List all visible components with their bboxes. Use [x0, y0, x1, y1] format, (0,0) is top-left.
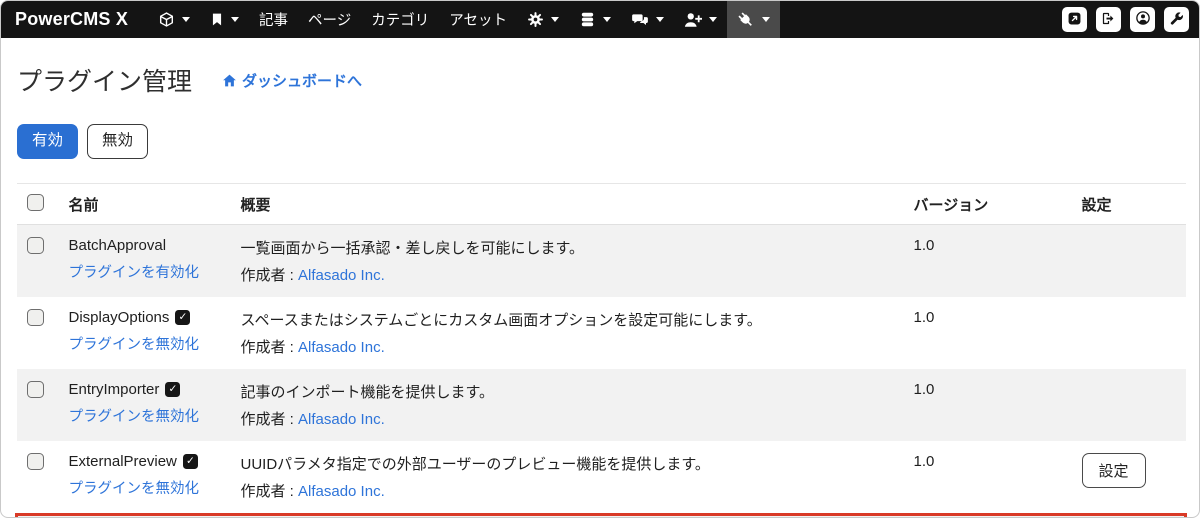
nav-plugins-menu[interactable] [726, 1, 780, 38]
chevron-down-icon [602, 17, 611, 22]
sign-out-icon [1101, 11, 1116, 29]
table-row: DisplayOptions プラグインを無効化 スペースまたはシステムごとにカ… [16, 296, 1186, 369]
plugin-version: 1.0 [913, 236, 935, 254]
plugin-version: 1.0 [913, 380, 935, 398]
wrench-icon [1169, 11, 1184, 29]
plugin-version: 1.0 [913, 308, 935, 326]
plugin-version: 1.0 [913, 452, 935, 470]
plugin-name: ExternalPreview [68, 452, 177, 470]
external-link-icon [1067, 11, 1082, 29]
row-checkbox[interactable] [26, 308, 44, 326]
nav-item-entries[interactable]: 記事 [249, 1, 298, 38]
row-checkbox[interactable] [26, 380, 44, 398]
nav-comments-menu[interactable] [621, 1, 674, 38]
navbar-right-actions [1062, 1, 1189, 38]
plugin-name: DisplayOptions [68, 308, 170, 326]
comments-icon [631, 11, 649, 29]
nav-label: 記事 [259, 13, 289, 29]
plugin-name: EntryImporter [68, 380, 160, 398]
plugins-table: 名前 概要 バージョン 設定 BatchApproval プラグインを有効化 一… [15, 182, 1187, 517]
page-title: プラグイン管理 [17, 68, 193, 96]
column-header-version: バージョン [905, 182, 1074, 225]
column-header-summary: 概要 [232, 182, 906, 225]
nav-settings-menu[interactable] [517, 1, 569, 38]
nav-label: カテゴリ [371, 13, 430, 29]
status-filter-group: 有効 無効 [1, 98, 1199, 159]
toggle-plugin-link[interactable]: プラグインを無効化 [69, 477, 200, 498]
column-header-name: 名前 [60, 182, 233, 225]
author-link[interactable]: Alfasado Inc. [298, 339, 385, 356]
nav-database-menu[interactable] [569, 1, 621, 38]
row-checkbox[interactable] [26, 236, 44, 254]
nav-label: ページ [308, 13, 352, 29]
app-window: PowerCMS X 記事 ページ カテゴリ アセット プラグイン管理 ダッシュ… [0, 0, 1200, 518]
enabled-checkbox[interactable] [182, 453, 198, 469]
table-row: EntryImporter プラグインを無効化 記事のインポート機能を提供します… [16, 368, 1186, 441]
select-all-checkbox[interactable] [26, 193, 44, 211]
dashboard-link-label: ダッシュボードへ [242, 72, 363, 90]
author-prefix: 作成者 : [240, 266, 294, 284]
chevron-down-icon [550, 17, 559, 22]
enabled-checkbox[interactable] [165, 381, 181, 397]
nav-members-menu[interactable] [674, 1, 727, 38]
chevron-down-icon [231, 17, 240, 22]
toggle-plugin-link[interactable]: プラグインを無効化 [69, 405, 200, 426]
author-prefix: 作成者 : [240, 338, 294, 356]
gear-icon [527, 11, 544, 28]
top-navbar: PowerCMS X 記事 ページ カテゴリ アセット [1, 1, 1199, 38]
column-header-settings: 設定 [1073, 182, 1186, 225]
account-button[interactable] [1130, 7, 1155, 32]
nav-item-assets[interactable]: アセット [439, 1, 517, 38]
enabled-checkbox[interactable] [175, 309, 191, 325]
table-row: HTML_CodeSniffer プラグインを無効化 プレビュー時にHTMLソー… [15, 512, 1187, 517]
chevron-down-icon [655, 17, 664, 22]
table-row: BatchApproval プラグインを有効化 一覧画面から一括承認・差し戻しを… [16, 224, 1186, 297]
nav-bookmarks-menu[interactable] [200, 1, 249, 38]
bookmark-icon [210, 12, 224, 27]
filter-inactive-button[interactable]: 無効 [87, 124, 149, 159]
toggle-plugin-link[interactable]: プラグインを無効化 [69, 333, 200, 354]
author-prefix: 作成者 : [240, 482, 294, 500]
nav-item-pages[interactable]: ページ [298, 1, 361, 38]
chevron-down-icon [182, 17, 191, 22]
tools-button[interactable] [1164, 7, 1189, 32]
plugin-summary: 記事のインポート機能を提供します。 [240, 383, 495, 401]
plugin-settings-button[interactable]: 設定 [1081, 452, 1146, 488]
author-link[interactable]: Alfasado Inc. [298, 411, 385, 428]
user-circle-icon [1135, 10, 1151, 29]
table-row: ExternalPreview プラグインを無効化 UUIDパラメタ指定での外部… [16, 440, 1186, 515]
plugin-author: 作成者 : Alfasado Inc. [241, 336, 898, 357]
user-plus-icon [684, 11, 702, 29]
plugin-summary: 一覧画面から一括承認・差し戻しを可能にします。 [240, 239, 585, 257]
row-checkbox[interactable] [26, 452, 44, 470]
nav-label: アセット [449, 13, 507, 29]
nav-spaces-menu[interactable] [148, 1, 200, 38]
table-header-row: 名前 概要 バージョン 設定 [16, 182, 1186, 225]
database-icon [579, 11, 596, 28]
view-site-button[interactable] [1062, 7, 1087, 32]
plugin-summary: スペースまたはシステムごとにカスタム画面オプションを設定可能にします。 [240, 311, 762, 329]
plugin-author: 作成者 : Alfasado Inc. [241, 480, 898, 501]
toggle-plugin-link[interactable]: プラグインを有効化 [69, 261, 200, 282]
sign-out-button[interactable] [1096, 7, 1121, 32]
author-link[interactable]: Alfasado Inc. [298, 267, 385, 284]
chevron-down-icon [761, 17, 770, 22]
filter-active-button[interactable]: 有効 [17, 124, 79, 159]
page-header: プラグイン管理 ダッシュボードへ [1, 38, 1199, 98]
author-link[interactable]: Alfasado Inc. [298, 483, 385, 500]
author-prefix: 作成者 : [240, 410, 294, 428]
nav-item-categories[interactable]: カテゴリ [361, 1, 439, 38]
dashboard-link[interactable]: ダッシュボードへ [222, 70, 362, 91]
brand-logo[interactable]: PowerCMS X [15, 9, 128, 30]
cube-icon [158, 11, 175, 28]
plug-icon [737, 11, 755, 29]
plugin-author: 作成者 : Alfasado Inc. [241, 408, 898, 429]
plugin-summary: UUIDパラメタ指定での外部ユーザーのプレビュー機能を提供します。 [240, 455, 710, 473]
plugin-author: 作成者 : Alfasado Inc. [241, 264, 898, 285]
chevron-down-icon [708, 17, 717, 22]
plugin-version: 1.0 [905, 512, 1074, 517]
plugin-name: BatchApproval [68, 236, 167, 254]
home-icon [222, 73, 237, 88]
